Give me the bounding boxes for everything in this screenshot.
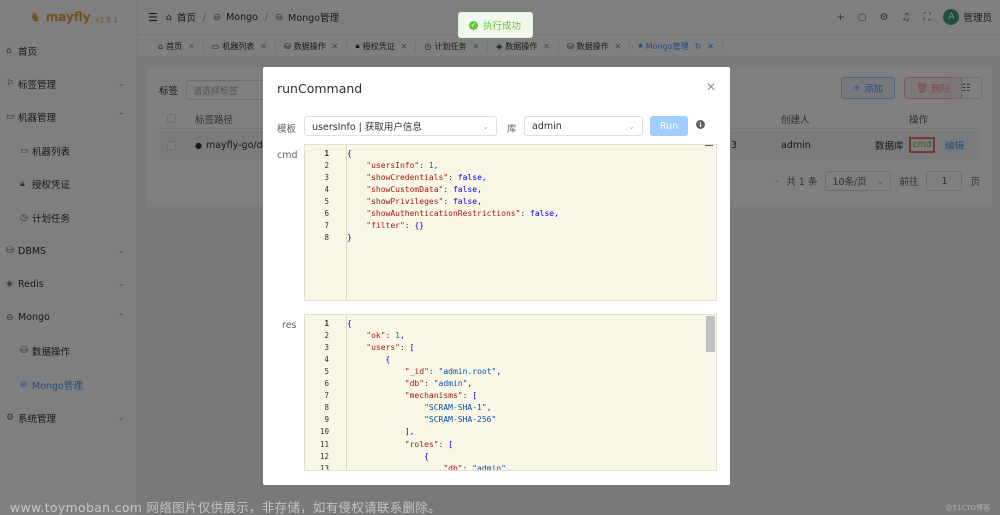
line-number: 9 xyxy=(324,415,329,425)
code-text: { xyxy=(347,148,352,158)
db-select[interactable]: admin ⌄ xyxy=(524,116,643,136)
code-text: "SCRAM-SHA-256" xyxy=(424,415,497,425)
res-label: res xyxy=(282,320,297,331)
code-line: 4 { xyxy=(305,353,716,365)
cmd-label: cmd xyxy=(277,150,298,161)
line-number: 5 xyxy=(324,366,329,376)
fold-marker xyxy=(705,145,713,146)
line-number: 2 xyxy=(324,330,329,340)
code-text: "usersInfo": 1, xyxy=(366,160,439,170)
line-number: 2 xyxy=(324,160,329,170)
code-line: 3 "showCredentials": false, xyxy=(305,171,716,183)
code-text: { xyxy=(385,354,391,364)
line-number: 5 xyxy=(324,196,329,206)
code-text: "_id": "admin.root", xyxy=(404,366,502,376)
code-line: 8 "SCRAM-SHA-1", xyxy=(305,402,716,414)
code-text: ], xyxy=(404,427,415,437)
line-number: 7 xyxy=(324,221,329,231)
close-icon[interactable]: ✕ xyxy=(706,80,716,94)
code-line: 7 "filter": {} xyxy=(305,220,716,232)
code-line: 1{ xyxy=(305,317,716,329)
code-line: 8} xyxy=(305,232,716,244)
code-text: "showCredentials": false, xyxy=(366,172,487,182)
cmd-editor[interactable]: 1{2 "usersInfo": 1, 3 "showCredentials": … xyxy=(304,144,717,301)
code-line: 2 "ok": 1, xyxy=(305,329,716,341)
code-line: 5 "showPrivileges": false, xyxy=(305,195,716,207)
code-text: "mechanisms": [ xyxy=(404,391,478,401)
db-value: admin xyxy=(532,120,562,132)
line-number: 8 xyxy=(324,403,329,413)
code-text: "users": [ xyxy=(366,342,415,352)
code-text: "db": "admin", xyxy=(443,463,511,471)
code-text: "showPrivileges": false, xyxy=(366,196,482,206)
code-text: "ok": 1, xyxy=(366,330,405,340)
line-number: 11 xyxy=(319,439,329,449)
line-number: 1 xyxy=(324,148,329,158)
check-circle-icon: ✓ xyxy=(469,20,478,30)
dialog-title: runCommand xyxy=(277,81,363,96)
chevron-down-icon: ⌄ xyxy=(482,121,489,131)
toast-message: 执行成功 xyxy=(483,21,522,32)
code-text: { xyxy=(347,318,352,328)
chevron-down-icon: ⌄ xyxy=(628,121,635,131)
code-text: { xyxy=(424,451,429,461)
template-value: usersInfo | 获取用户信息 xyxy=(312,122,422,133)
code-text: "roles": [ xyxy=(404,439,453,449)
line-number: 1 xyxy=(324,318,329,328)
code-line: 6 "showAuthenticationRestrictions": fals… xyxy=(305,208,716,220)
info-icon[interactable]: i xyxy=(696,120,705,129)
code-line: 2 "usersInfo": 1, xyxy=(305,159,716,171)
run-command-dialog: runCommand ✕ 模板 usersInfo | 获取用户信息 ⌄ 库 a… xyxy=(263,67,730,485)
code-line: 10 ], xyxy=(305,426,716,438)
watermark: www.toymoban.com 网络图片仅供展示，非存储，如有侵权请联系删除。 xyxy=(10,500,441,515)
template-label: 模板 xyxy=(277,124,297,135)
code-line: 11 "roles": [ xyxy=(305,438,716,450)
code-text: "filter": {} xyxy=(366,221,425,231)
line-number: 7 xyxy=(324,391,329,401)
line-number: 13 xyxy=(319,463,329,471)
code-line: 12 { xyxy=(305,450,716,462)
code-line: 13 "db": "admin", xyxy=(305,462,716,471)
code-line: 9 "SCRAM-SHA-256" xyxy=(305,414,716,426)
success-toast: ✓ 执行成功 xyxy=(458,12,533,38)
run-button[interactable]: Run xyxy=(650,116,688,136)
code-line: 5 "_id": "admin.root", xyxy=(305,365,716,377)
code-line: 1{ xyxy=(305,147,716,159)
line-number: 6 xyxy=(324,379,329,388)
line-number: 12 xyxy=(319,451,329,461)
template-select[interactable]: usersInfo | 获取用户信息 ⌄ xyxy=(304,116,497,136)
result-editor[interactable]: 1{2 "ok": 1, 3 "users": [4 {5 "_id": "adm… xyxy=(304,314,717,471)
line-number: 4 xyxy=(324,354,329,364)
code-line: 6 "db": "admin", xyxy=(305,378,716,390)
code-text: "SCRAM-SHA-1", xyxy=(424,403,492,413)
code-text: "showCustomData": false, xyxy=(366,184,482,194)
code-line: 7 "mechanisms": [ xyxy=(305,390,716,402)
line-number: 8 xyxy=(324,233,329,243)
watermark-small: @51CTO博客 xyxy=(945,504,990,512)
line-number: 10 xyxy=(319,427,329,437)
line-number: 6 xyxy=(324,209,329,218)
code-line: 4 "showCustomData": false, xyxy=(305,183,716,195)
line-number: 4 xyxy=(324,184,329,194)
code-line: 3 "users": [ xyxy=(305,341,716,353)
db-label: 库 xyxy=(507,124,517,135)
line-number: 3 xyxy=(324,342,329,352)
code-text: "db": "admin", xyxy=(404,379,473,388)
code-text: } xyxy=(347,233,352,243)
line-number: 3 xyxy=(324,172,329,182)
code-text: "showAuthenticationRestrictions": false, xyxy=(366,209,559,218)
